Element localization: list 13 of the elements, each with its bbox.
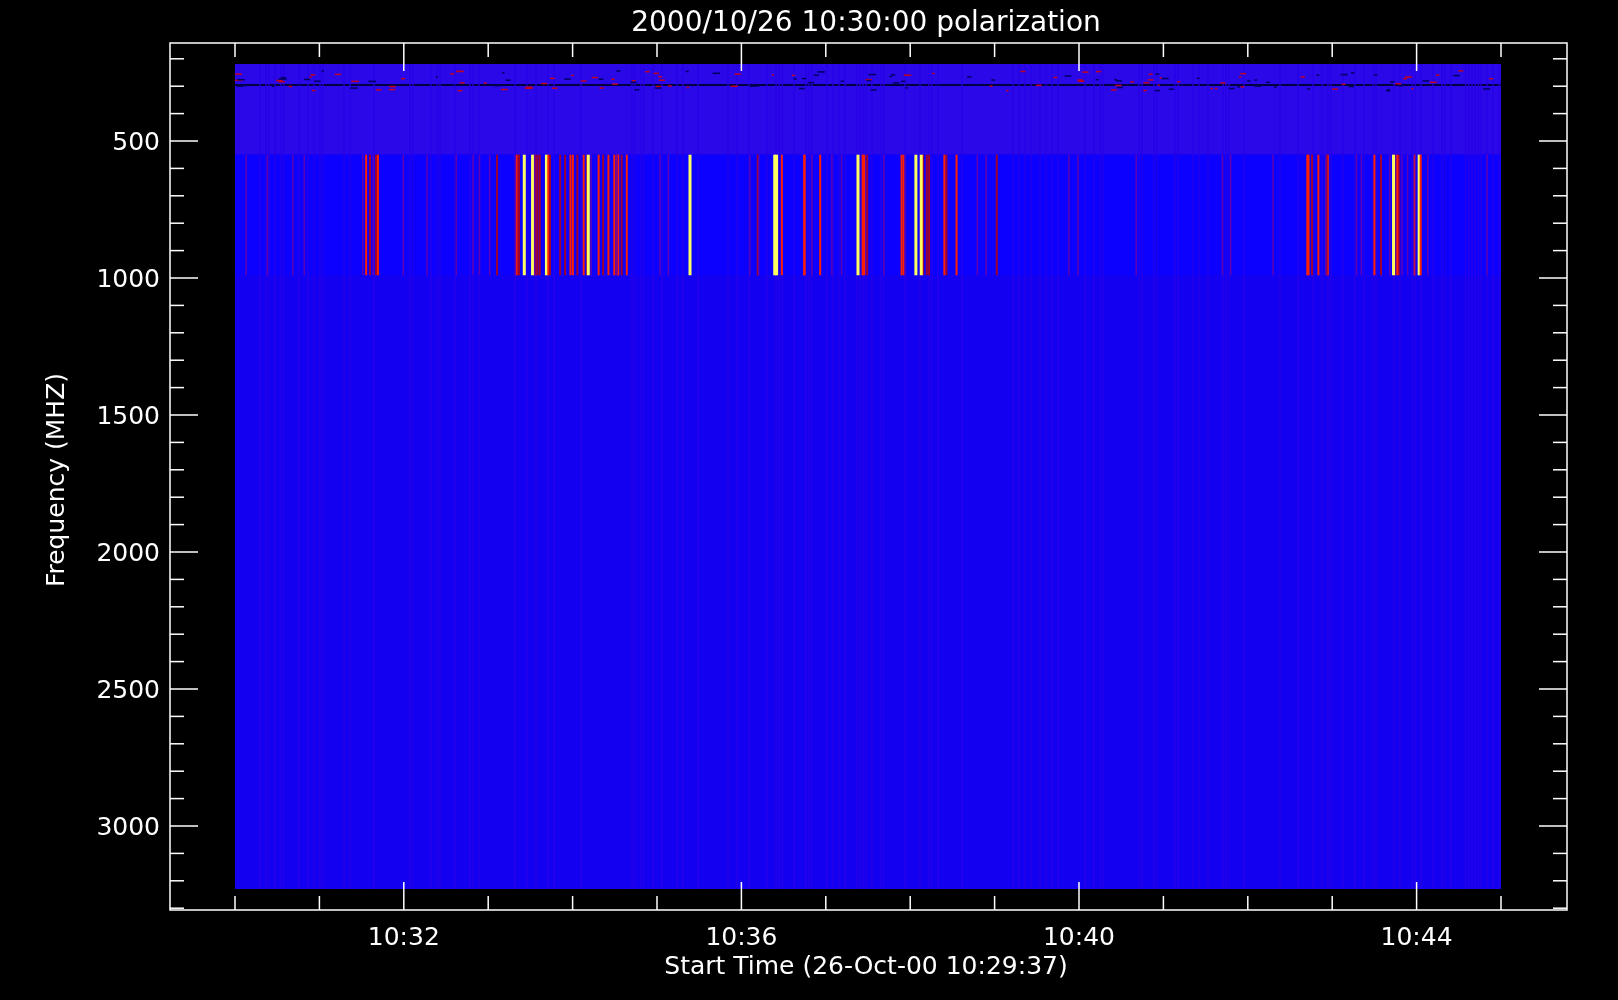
tick-label: 2000 — [96, 538, 160, 567]
tick-label: 3000 — [96, 812, 160, 841]
tick-label: 1500 — [96, 401, 160, 430]
tick-label: 1000 — [96, 264, 160, 293]
tick-label: 10:32 — [367, 922, 440, 951]
tick-label: 500 — [112, 127, 160, 156]
tick-label: 10:36 — [705, 922, 778, 951]
axis-label: Frequency (MHZ) — [41, 372, 70, 588]
tick-label: 10:40 — [1043, 922, 1115, 951]
plot-title: 2000/10/26 10:30:00 polarization — [631, 5, 1101, 38]
tick-label: 2500 — [96, 675, 160, 704]
tick-label: 10:44 — [1380, 922, 1453, 951]
axis-label: Start Time (26-Oct-00 10:29:37) — [664, 951, 1068, 980]
